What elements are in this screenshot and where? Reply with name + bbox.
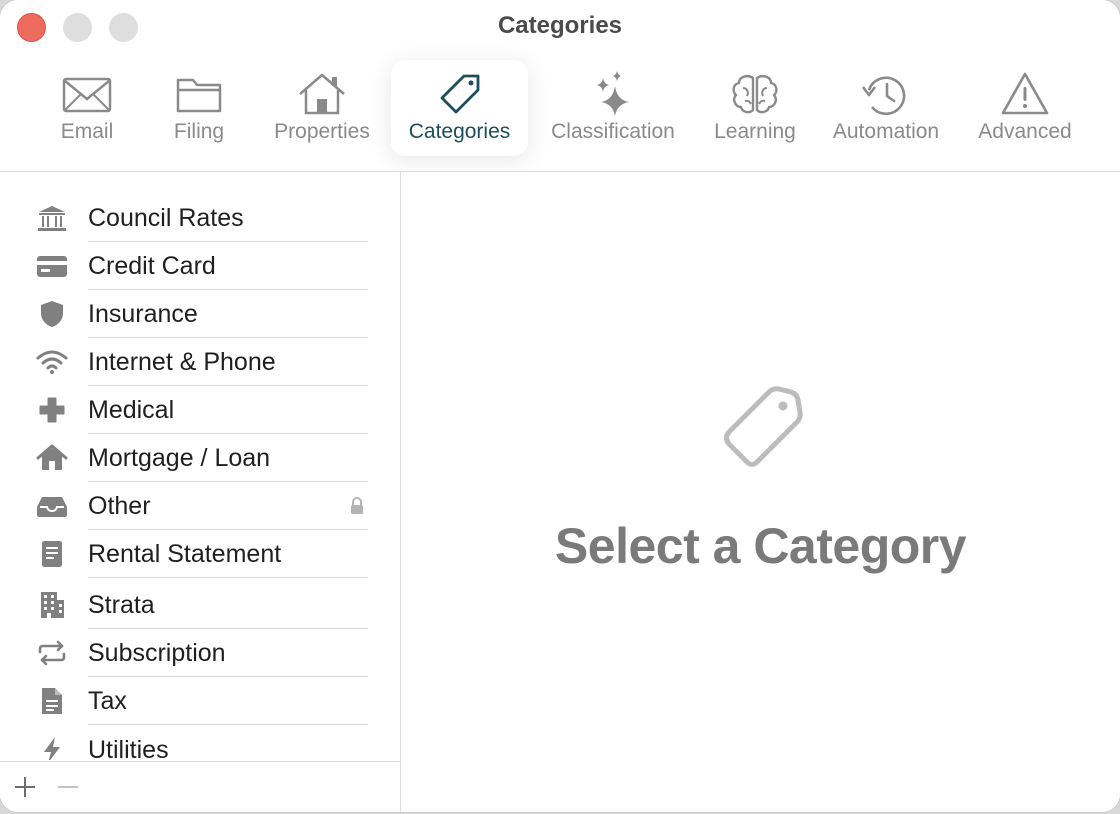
tab-label: Filing (173, 120, 225, 143)
sidebar-item-label: Utilities (88, 736, 169, 760)
bolt-icon (44, 737, 60, 760)
sidebar-item-subscription[interactable]: Subscription (0, 629, 400, 677)
sidebar-item-council-rates[interactable]: Council Rates (0, 194, 400, 242)
sidebar-item-strata[interactable]: Strata (0, 581, 400, 629)
sidebar-item-label: Mortgage / Loan (88, 444, 271, 472)
clock-arrow-icon (861, 76, 906, 115)
tag-icon (724, 386, 803, 467)
lock-icon (351, 497, 363, 514)
empty-state-title: Select a Category (554, 518, 967, 574)
sidebar-item-label: Medical (88, 396, 175, 424)
window-title: Categories (497, 12, 623, 39)
tab-advanced[interactable]: Advanced (968, 60, 1082, 156)
sidebar-item-internet-phone[interactable]: Internet & Phone (0, 338, 400, 386)
separator (88, 577, 368, 578)
tab-label: Automation (832, 120, 940, 143)
folder-icon (176, 78, 222, 113)
bank-icon (38, 206, 66, 231)
brain-icon (732, 75, 778, 114)
sidebar-item-label: Council Rates (88, 204, 244, 232)
category-list[interactable]: Council Rates Credit Card Insurance Inte… (0, 172, 400, 760)
document-icon (42, 541, 62, 567)
sidebar-item-label: Insurance (88, 300, 198, 328)
cross-icon (39, 397, 65, 423)
sidebar-item-label: Strata (88, 591, 155, 619)
tab-label: Learning (714, 120, 796, 143)
doc-text-icon (42, 688, 62, 714)
sidebar-item-utilities[interactable]: Utilities (0, 726, 400, 760)
remove-button[interactable] (55, 774, 81, 800)
sidebar-item-tax[interactable]: Tax (0, 677, 400, 725)
tab-label: Properties (274, 120, 370, 143)
separator (88, 724, 368, 725)
sidebar-footer (0, 761, 400, 812)
shield-icon (41, 301, 63, 327)
sidebar-item-medical[interactable]: Medical (0, 386, 400, 434)
tag-icon (440, 74, 479, 114)
add-button[interactable] (12, 774, 38, 800)
sidebar-item-mortgage-loan[interactable]: Mortgage / Loan (0, 434, 400, 482)
sidebar-item-insurance[interactable]: Insurance (0, 290, 400, 338)
tab-automation[interactable]: Automation (822, 60, 950, 156)
detail-pane: Select a Category (401, 172, 1120, 812)
credit-card-icon (37, 256, 67, 277)
sidebar-item-other[interactable]: Other (0, 482, 400, 530)
sidebar-item-rental-statement[interactable]: Rental Statement (0, 530, 400, 578)
sidebar-item-label: Subscription (88, 639, 226, 667)
tray-icon (37, 497, 67, 517)
tab-classification[interactable]: Classification (538, 60, 688, 156)
category-sidebar: Council Rates Credit Card Insurance Inte… (0, 172, 401, 812)
sidebar-item-label: Tax (88, 687, 127, 715)
sparkles-icon (597, 71, 629, 116)
tab-label: Advanced (978, 120, 1072, 143)
toolbar: Categories Email Filing Properties Categ… (0, 0, 1120, 172)
sidebar-item-label: Rental Statement (88, 540, 282, 568)
preferences-window: Categories Email Filing Properties Categ… (0, 0, 1120, 812)
wifi-icon (36, 350, 68, 374)
warning-triangle-icon (1001, 72, 1049, 115)
tab-label: Categories (408, 120, 511, 143)
house-icon (36, 444, 68, 470)
house-icon (299, 73, 345, 115)
tab-label: Email (60, 120, 114, 143)
envelope-icon (62, 77, 112, 113)
tab-filing[interactable]: Filing (158, 60, 240, 156)
tab-properties[interactable]: Properties (262, 60, 382, 156)
tab-email[interactable]: Email (46, 60, 128, 156)
sidebar-item-label: Other (88, 492, 151, 520)
sidebar-item-label: Credit Card (88, 252, 216, 280)
tab-label: Classification (551, 120, 675, 143)
repeat-icon (38, 640, 66, 666)
tab-learning[interactable]: Learning (705, 60, 805, 156)
building-icon (41, 592, 64, 618)
tab-categories[interactable]: Categories (391, 60, 528, 156)
sidebar-item-label: Internet & Phone (88, 348, 276, 376)
sidebar-item-credit-card[interactable]: Credit Card (0, 242, 400, 290)
